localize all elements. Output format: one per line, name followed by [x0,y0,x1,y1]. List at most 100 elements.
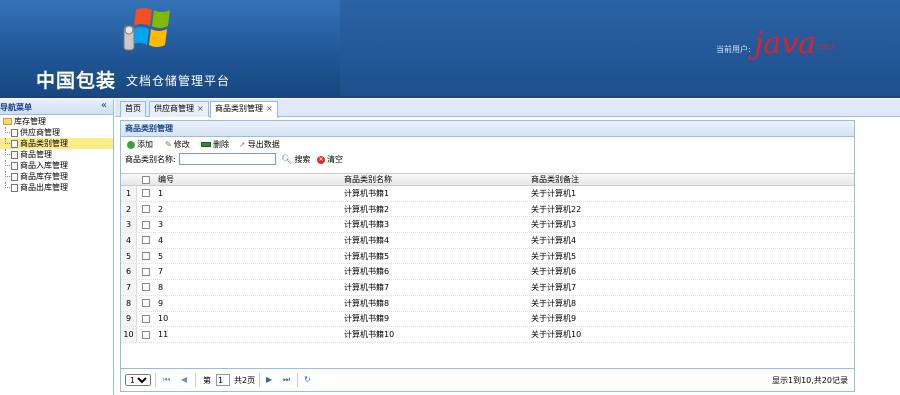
sidebar-item-label: 供应商管理 [20,128,60,137]
cell-name: 计算机书籍3 [344,220,390,230]
tree-root-inventory[interactable]: 库存管理 [0,117,113,127]
row-checkbox[interactable] [139,327,153,342]
checkbox-box [142,220,150,229]
sidebar-item-category[interactable]: 商品类别管理 [0,138,113,149]
sidebar-item-stock-in[interactable]: 商品入库管理 [0,160,113,171]
sidebar-item-inventory[interactable]: 商品库存管理 [0,171,113,182]
folder-icon [3,118,12,125]
category-name-input[interactable] [179,153,276,165]
edit-button[interactable]: ✎ 修改 [165,137,190,152]
cell-id: 9 [158,298,164,308]
brand-name: 中国包装 [36,70,117,92]
clear-button[interactable]: ✕ 清空 [317,154,343,165]
cell-id: 4 [158,235,164,245]
search-button-label: 搜索 [294,155,311,164]
cell-remark: 关于计算机3 [531,220,577,230]
row-checkbox[interactable] [139,217,153,232]
cell-name: 计算机书籍6 [344,267,390,277]
tree-branch-line [5,182,10,188]
delete-button[interactable]: 删除 [201,137,229,152]
column-header-id[interactable]: 编号 [158,174,174,185]
page-number-input[interactable] [216,374,230,386]
table-row[interactable]: 3 3 计算机书籍3 关于计算机3 [121,217,854,234]
search-bar: 商品类别名称: 🔍︎ 搜索 ✕ 清空 [121,152,854,167]
tab-label: 供应商管理 [154,104,194,113]
cell-name: 计算机书籍10 [344,330,395,340]
cell-name: 计算机书籍8 [344,298,390,308]
column-header-name[interactable]: 商品类别名称 [344,174,392,185]
row-checkbox[interactable] [139,296,153,311]
table-row[interactable]: 6 7 计算机书籍6 关于计算机6 [121,264,854,281]
table-row[interactable]: 7 8 计算机书籍7 关于计算机7 [121,280,854,296]
document-icon [11,150,18,159]
delete-icon [201,142,211,147]
prev-page-icon[interactable]: ◀ [181,375,187,384]
checkbox-box [142,175,150,184]
app-header: 中国包装 文档仓储管理平台 当前用户: java 1002 [0,0,900,98]
table-row[interactable]: 4 4 计算机书籍4 关于计算机4 [121,233,854,249]
row-number: 6 [121,264,137,280]
sidebar-item-stock-out[interactable]: 商品出库管理 [0,182,113,193]
page-prefix: 第 [203,376,211,385]
last-page-icon[interactable]: ⏭ [283,375,290,385]
export-button[interactable]: ➚ 导出数据 [239,137,280,152]
pager-separator [259,373,260,387]
cell-id: 11 [158,330,169,340]
first-page-icon[interactable]: ⏮ [163,375,170,385]
add-icon [127,140,135,149]
row-number: 10 [121,327,137,342]
table-row[interactable]: 9 10 计算机书籍9 关于计算机9 [121,311,854,328]
close-icon[interactable]: × [266,104,273,113]
checkbox-box [142,330,150,339]
close-icon[interactable]: × [197,104,204,113]
checkbox-box [142,283,150,292]
add-button[interactable]: 添加 [127,137,153,152]
row-checkbox[interactable] [139,186,153,201]
checkbox-box [142,267,150,276]
row-checkbox[interactable] [139,233,153,248]
delete-label: 删除 [213,140,229,149]
column-header-remark[interactable]: 商品类别备注 [531,174,579,185]
sidebar-item-supplier[interactable]: 供应商管理 [0,127,113,138]
row-checkbox[interactable] [139,280,153,295]
next-page-icon[interactable]: ▶ [266,375,272,384]
table-row[interactable]: 10 11 计算机书籍10 关于计算机10 [121,327,854,343]
select-all-checkbox[interactable] [139,174,153,185]
tree-branch-line [5,160,10,166]
row-checkbox[interactable] [139,312,153,327]
collapse-icon[interactable]: « [101,100,107,111]
row-number: 1 [121,186,137,201]
cell-id: 8 [158,282,164,292]
record-info: 显示1到10,共20记录 [772,376,848,385]
cell-name: 计算机书籍5 [344,251,390,261]
table-row[interactable]: 5 5 计算机书籍5 关于计算机5 [121,248,854,265]
tree-branch-line [5,138,10,144]
checkbox-box [142,205,150,214]
tree-branch-line [5,171,10,177]
cell-name: 计算机书籍2 [344,204,390,214]
row-checkbox[interactable] [139,249,153,264]
refresh-icon[interactable]: ↻ [304,375,311,384]
panel-title: 商品类别管理 [121,121,854,137]
grid-body: 1 1 计算机书籍1 关于计算机1 2 2 计算机书籍2 关于计算机22 3 3 [121,186,854,343]
windows-logo-icon [123,8,170,51]
page-size-select[interactable]: 10 [125,374,151,386]
table-row[interactable]: 8 9 计算机书籍8 关于计算机8 [121,295,854,312]
tab-home[interactable]: 首页 [120,101,146,117]
sidebar-item-goods[interactable]: 商品管理 [0,149,113,160]
tab-supplier[interactable]: 供应商管理 × [149,101,209,117]
cell-id: 10 [158,314,169,324]
cell-name: 计算机书籍9 [344,314,390,324]
row-checkbox[interactable] [139,264,153,279]
main-area: 首页 供应商管理× 商品类别管理× 商品类别管理 添加 ✎ 修改 删除 ➚ [115,99,900,395]
row-number: 3 [121,217,137,233]
search-button[interactable]: 🔍︎ 搜索 [281,154,310,165]
sidebar-item-label: 商品库存管理 [20,172,68,181]
checkbox-box [142,252,150,261]
table-row[interactable]: 1 1 计算机书籍1 关于计算机1 [121,186,854,202]
table-row[interactable]: 2 2 计算机书籍2 关于计算机22 [121,201,854,218]
cell-id: 2 [158,204,164,214]
row-checkbox[interactable] [139,202,153,217]
sidebar-item-label: 商品类别管理 [20,139,68,148]
tab-category[interactable]: 商品类别管理 × [210,101,278,118]
